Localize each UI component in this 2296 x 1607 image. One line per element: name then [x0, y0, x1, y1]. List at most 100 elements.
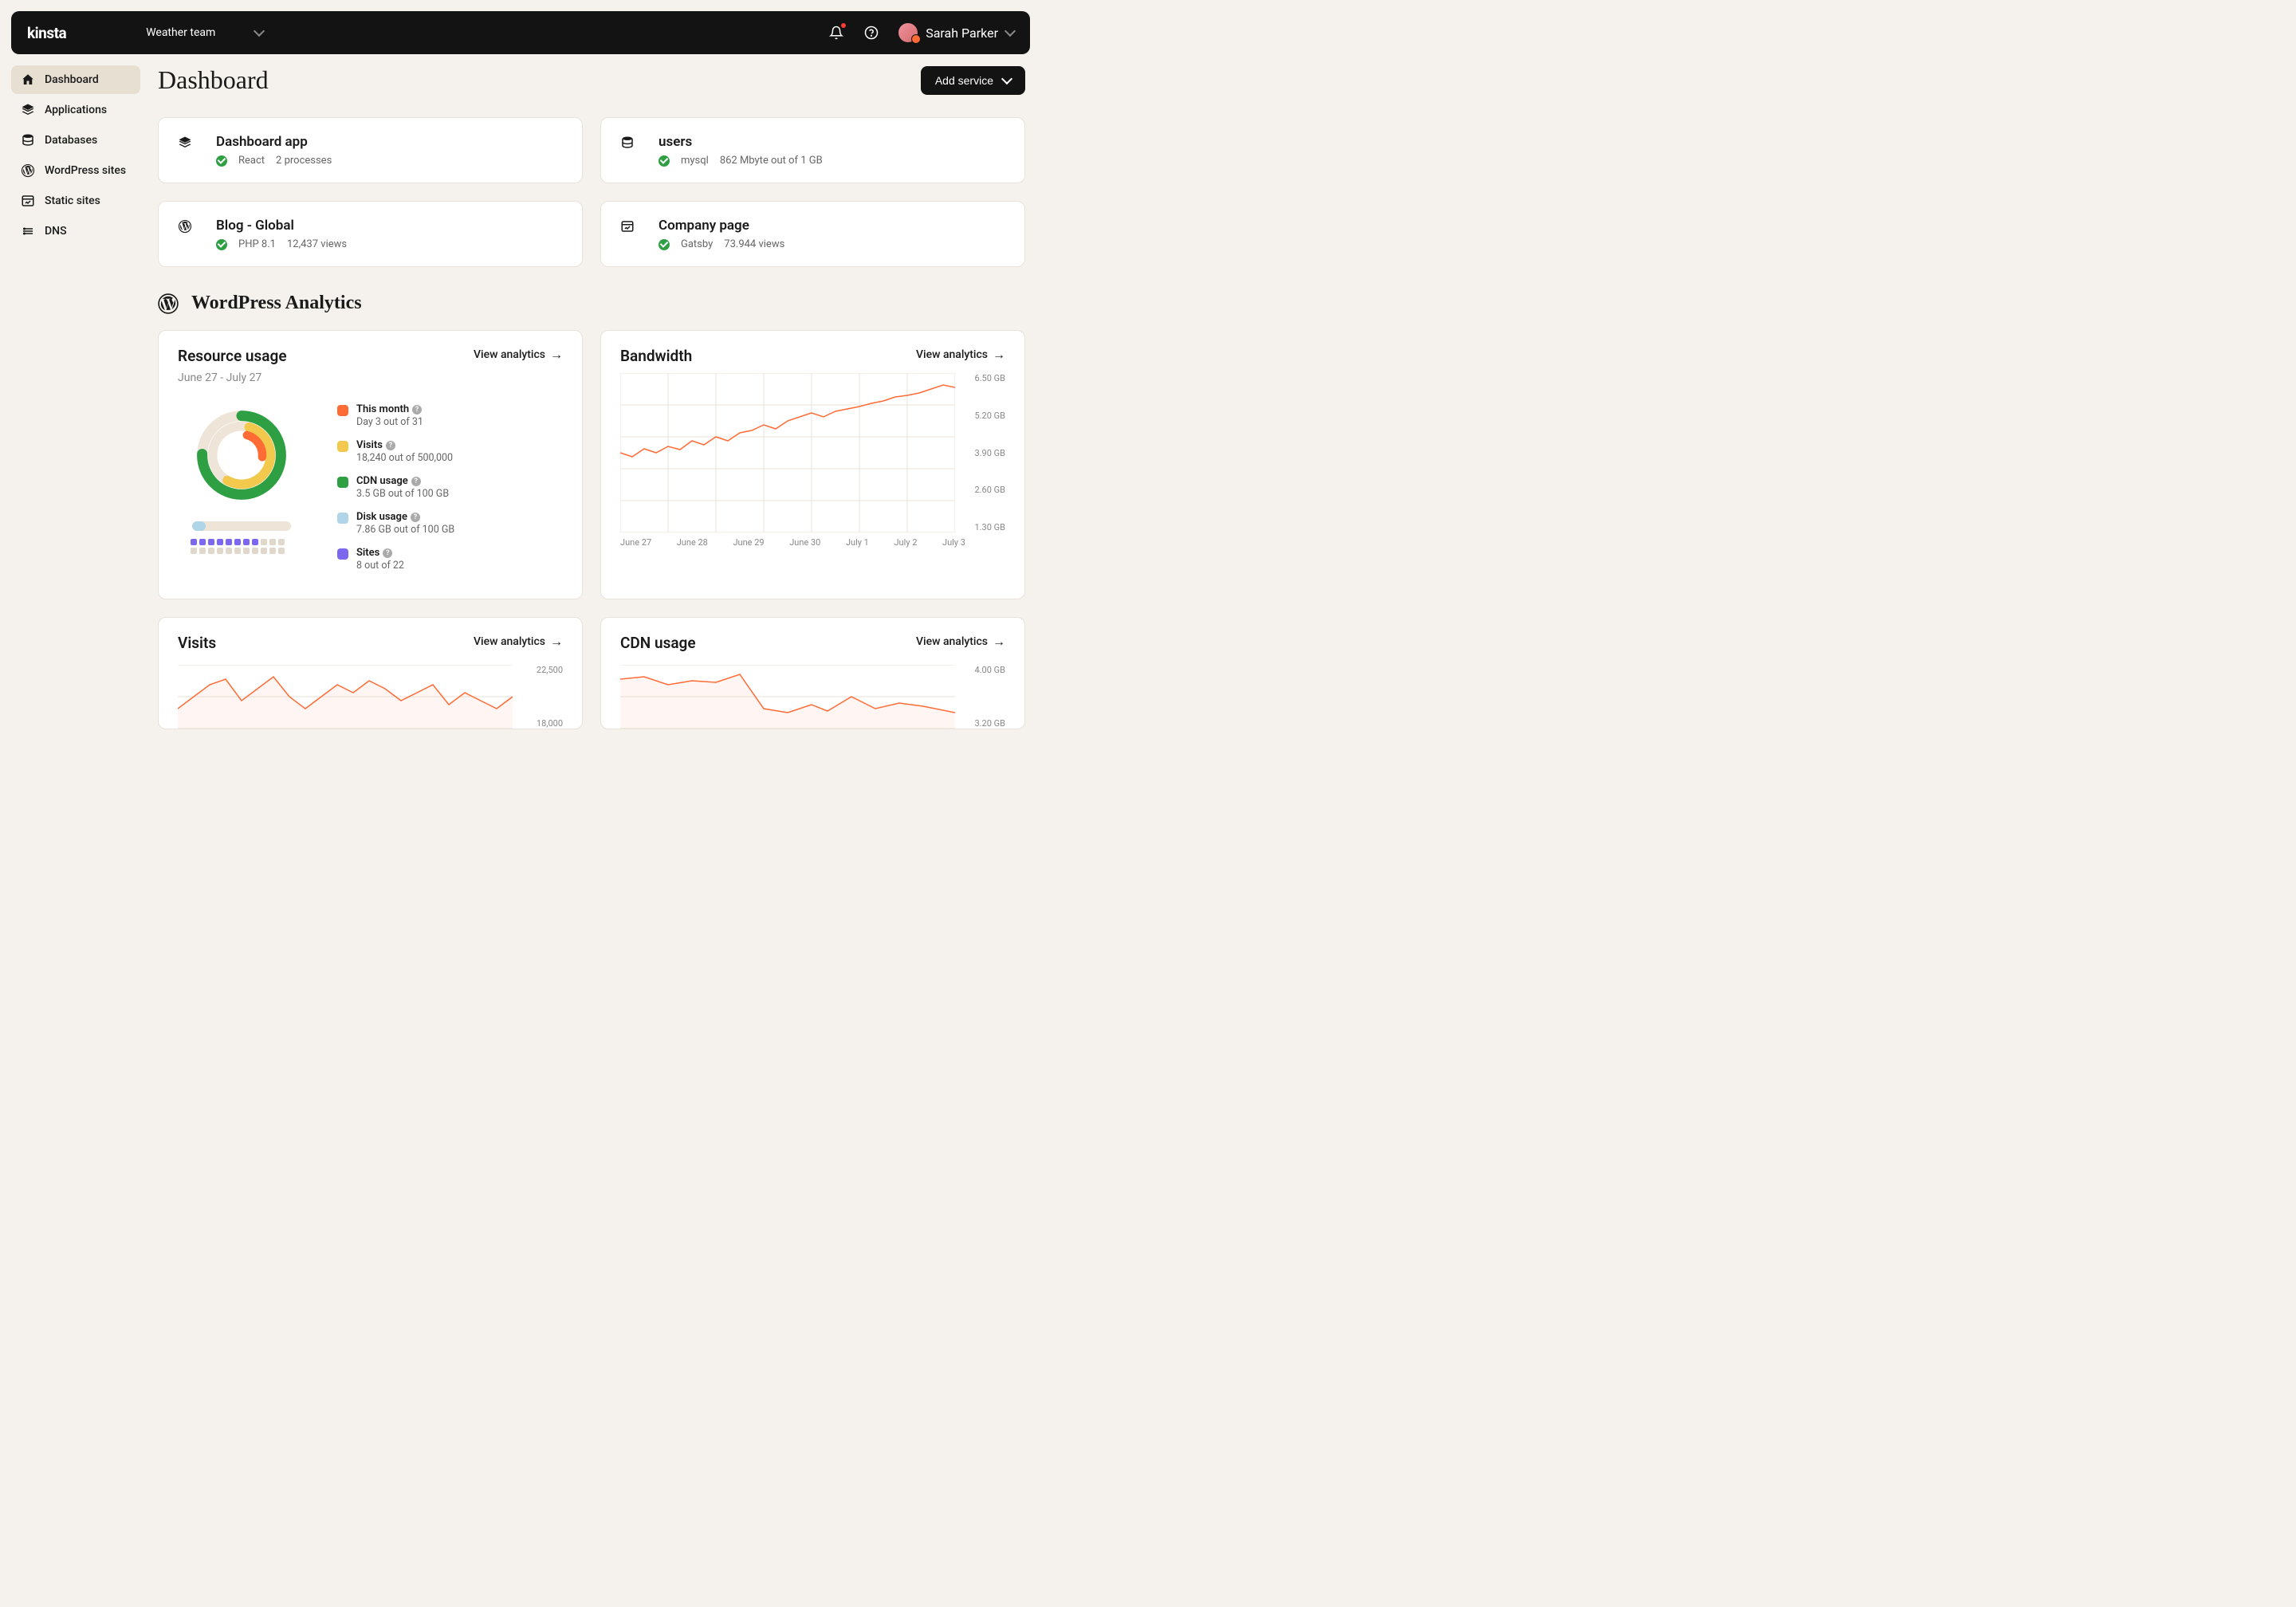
view-analytics-link[interactable]: View analytics→: [474, 347, 563, 363]
site-dot: [269, 548, 276, 554]
wordpress-icon: [21, 163, 35, 178]
chevron-down-icon: [1005, 26, 1016, 37]
axis-label: 2.60 GB: [974, 485, 1005, 495]
help-icon[interactable]: ?: [412, 405, 422, 415]
arrow-right-icon: →: [550, 634, 563, 650]
add-service-label: Add service: [935, 74, 993, 87]
service-tech: Gatsby: [681, 238, 713, 250]
page-title: Dashboard: [158, 65, 269, 95]
legend-swatch: [337, 441, 348, 452]
legend-swatch: [337, 513, 348, 524]
bandwidth-chart: [620, 373, 955, 532]
status-ok-icon: [216, 239, 227, 250]
view-analytics-link[interactable]: View analytics→: [474, 634, 563, 650]
sidebar-item-static-sites[interactable]: Static sites: [11, 187, 140, 215]
service-title: Dashboard app: [216, 134, 332, 150]
service-meta: 73.944 views: [724, 238, 784, 250]
layers-icon: [178, 136, 200, 158]
legend-item: Visits ?18,240 out of 500,000: [337, 439, 563, 464]
site-dot: [261, 548, 267, 554]
chevron-down-icon: [254, 26, 265, 37]
service-card[interactable]: usersmysql862 Mbyte out of 1 GB: [600, 117, 1025, 183]
legend-swatch: [337, 405, 348, 416]
cdn-chart: [620, 665, 955, 729]
legend-item: Sites ?8 out of 22: [337, 547, 563, 572]
notifications-button[interactable]: [828, 25, 844, 41]
site-dot: [191, 539, 197, 545]
help-icon[interactable]: ?: [386, 441, 395, 450]
view-analytics-link[interactable]: View analytics→: [916, 634, 1005, 650]
arrow-right-icon: →: [993, 634, 1005, 650]
site-dot: [208, 548, 214, 554]
legend-label: Disk usage ?: [356, 511, 454, 523]
notification-dot-icon: [841, 23, 846, 28]
legend-value: 18,240 out of 500,000: [356, 452, 453, 464]
site-dot: [191, 548, 197, 554]
site-dot: [243, 539, 250, 545]
sidebar-item-applications[interactable]: Applications: [11, 96, 140, 124]
date-range: June 27 - July 27: [178, 371, 563, 384]
wordpress-icon: [158, 293, 179, 314]
axis-label: June 29: [733, 537, 764, 548]
service-tech: PHP 8.1: [238, 238, 276, 250]
axis-label: 22,500: [537, 665, 563, 675]
topbar: kinsta Weather team Sarah Parker: [11, 11, 1030, 54]
legend-label: CDN usage ?: [356, 475, 449, 487]
static-icon: [21, 194, 35, 208]
sidebar-item-label: DNS: [45, 225, 67, 238]
site-dot: [269, 539, 276, 545]
visits-title: Visits: [178, 634, 216, 652]
site-dot: [199, 548, 206, 554]
user-menu[interactable]: Sarah Parker: [898, 23, 1014, 42]
logo: kinsta: [27, 24, 66, 42]
help-icon[interactable]: ?: [411, 477, 421, 486]
chevron-down-icon: [1001, 73, 1012, 84]
add-service-button[interactable]: Add service: [921, 66, 1025, 95]
analytics-section-title: WordPress Analytics: [191, 293, 362, 314]
service-meta: 862 Mbyte out of 1 GB: [720, 155, 823, 167]
service-card[interactable]: Dashboard appReact2 processes: [158, 117, 583, 183]
sidebar-item-label: WordPress sites: [45, 164, 126, 177]
help-icon[interactable]: ?: [383, 548, 392, 558]
database-icon: [620, 136, 643, 158]
axis-label: June 30: [789, 537, 820, 548]
user-name: Sarah Parker: [926, 26, 998, 41]
dns-icon: [21, 224, 35, 238]
axis-label: June 27: [620, 537, 651, 548]
team-selector[interactable]: Weather team: [146, 26, 263, 39]
help-button[interactable]: [863, 25, 879, 41]
view-analytics-link[interactable]: View analytics→: [916, 347, 1005, 363]
sidebar-item-databases[interactable]: Databases: [11, 126, 140, 155]
legend-swatch: [337, 548, 348, 560]
site-dot: [278, 548, 285, 554]
layers-icon: [21, 103, 35, 117]
site-dot: [208, 539, 214, 545]
static-icon: [620, 219, 643, 242]
axis-label: 6.50 GB: [974, 373, 1005, 383]
site-dot: [226, 539, 232, 545]
arrow-right-icon: →: [993, 347, 1005, 363]
site-dot: [234, 539, 241, 545]
axis-label: 1.30 GB: [974, 522, 1005, 532]
site-dot: [199, 539, 206, 545]
sidebar-item-label: Databases: [45, 134, 97, 147]
axis-label: July 2: [894, 537, 917, 548]
service-card[interactable]: Blog - GlobalPHP 8.112,437 views: [158, 201, 583, 267]
site-dot: [226, 548, 232, 554]
sites-dots: [191, 539, 293, 554]
help-icon[interactable]: ?: [411, 513, 420, 522]
service-title: Blog - Global: [216, 218, 347, 234]
axis-label: July 3: [942, 537, 965, 548]
axis-label: 4.00 GB: [974, 665, 1005, 675]
service-title: users: [659, 134, 823, 150]
sidebar: DashboardApplications Databases WordPress …: [11, 65, 140, 747]
sidebar-item-dns[interactable]: DNS: [11, 217, 140, 246]
team-name: Weather team: [146, 26, 215, 39]
site-dot: [278, 539, 285, 545]
legend-label: Sites ?: [356, 547, 404, 559]
legend-item: Disk usage ?7.86 GB out of 100 GB: [337, 511, 563, 536]
sidebar-item-wordpress-sites[interactable]: WordPress sites: [11, 156, 140, 185]
sidebar-item-dashboard[interactable]: Dashboard: [11, 65, 140, 94]
service-card[interactable]: Company pageGatsby73.944 views: [600, 201, 1025, 267]
legend-label: This month ?: [356, 403, 423, 415]
